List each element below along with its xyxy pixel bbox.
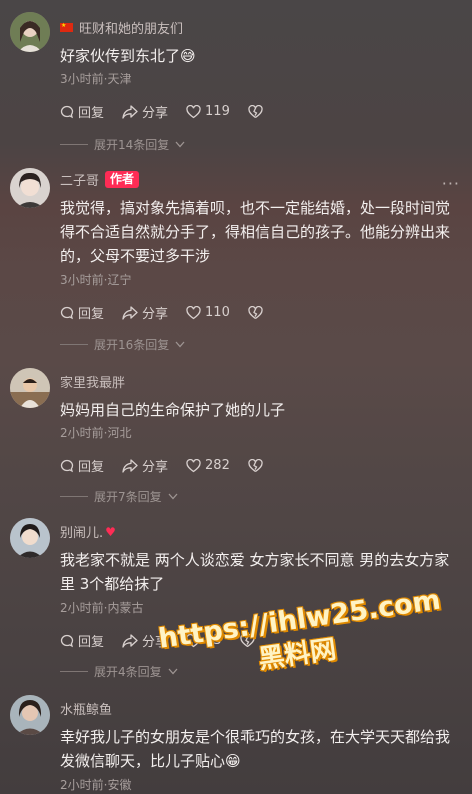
expand-label: 展开7条回复: [94, 490, 162, 504]
avatar[interactable]: [10, 168, 50, 208]
comment-meta: 3小时前·辽宁: [60, 273, 132, 287]
share-icon: [122, 633, 138, 648]
expand-replies[interactable]: 展开16条回复: [60, 336, 185, 353]
username-label: 水瓶鲸鱼: [60, 703, 113, 718]
comment-meta: 3小时前·天津: [60, 72, 132, 86]
broken-heart-icon: [248, 104, 263, 118]
comment-item: 二子哥 作者 ··· 我觉得，搞对象先搞着呗，也不一定能结婚，处一段时间觉得不合…: [0, 160, 472, 360]
like-button[interactable]: 282: [186, 458, 230, 473]
share-label: 分享: [142, 307, 169, 322]
username[interactable]: 二子哥 作者: [60, 170, 140, 189]
like-count: 119: [205, 104, 230, 119]
dislike-button[interactable]: [248, 104, 263, 119]
comment-meta: 2小时前·内蒙古: [60, 601, 144, 615]
dislike-button[interactable]: [248, 458, 263, 473]
username[interactable]: 家里我最胖: [60, 372, 125, 391]
comment-item: 家里我最胖 妈妈用自己的生命保护了她的儿子 2小时前·河北 回复 分享 282 …: [0, 360, 472, 510]
heart-icon: [186, 305, 201, 319]
share-button[interactable]: 分享: [122, 102, 168, 121]
reply-label: 回复: [78, 307, 105, 322]
comment-meta: 2小时前·安徽: [60, 778, 132, 792]
username[interactable]: 别闹儿. ♥: [60, 522, 116, 542]
like-button[interactable]: 119: [186, 104, 230, 119]
expand-replies[interactable]: 展开4条回复: [60, 663, 178, 680]
reply-icon: [60, 634, 74, 647]
divider: [60, 496, 88, 497]
flag-icon: ★: [60, 23, 73, 32]
username[interactable]: 水瓶鲸鱼: [60, 699, 112, 718]
comment-actions: 回复 分享 119: [60, 102, 263, 121]
divider: [60, 671, 88, 672]
username[interactable]: ★ 旺财和她的朋友们: [60, 18, 183, 37]
share-icon: [122, 305, 138, 320]
reply-label: 回复: [78, 460, 105, 475]
reply-icon: [60, 306, 74, 319]
chevron-down-icon: [168, 493, 178, 500]
comment-text: 我觉得，搞对象先搞着呗，也不一定能结婚，处一段时间觉得不合适自然就分手了，得相信…: [60, 199, 451, 265]
username-label: 旺财和她的朋友们: [79, 22, 184, 37]
chevron-down-icon: [175, 141, 185, 148]
reply-button[interactable]: 回复: [60, 456, 104, 475]
share-label: 分享: [142, 460, 169, 475]
heart-badge-icon: ♥: [105, 524, 116, 539]
share-icon: [122, 104, 138, 119]
broken-heart-icon: [248, 305, 263, 319]
author-badge: 作者: [105, 171, 140, 188]
reply-button[interactable]: 回复: [60, 102, 104, 121]
share-icon: [122, 458, 138, 473]
divider: [60, 144, 88, 145]
like-count: 110: [205, 305, 230, 320]
username-label: 二子哥: [60, 174, 100, 189]
chevron-down-icon: [175, 341, 185, 348]
comment-item: ★ 旺财和她的朋友们 好家伙传到东北了😅 3小时前·天津 回复 分享 119 展…: [0, 0, 472, 160]
expand-label: 展开4条回复: [94, 665, 162, 679]
share-button[interactable]: 分享: [122, 456, 168, 475]
more-options-icon[interactable]: ···: [442, 174, 460, 193]
comment-item: 水瓶鲸鱼 幸好我儿子的女朋友是个很乖巧的女孩，在大学天天都给我发微信聊天，比儿子…: [0, 685, 472, 794]
comment-actions: 回复 分享 282: [60, 456, 263, 475]
broken-heart-icon: [248, 458, 263, 472]
reply-button[interactable]: 回复: [60, 631, 104, 650]
heart-icon: [186, 104, 201, 118]
expand-replies[interactable]: 展开7条回复: [60, 488, 178, 505]
reply-icon: [60, 459, 74, 472]
divider: [60, 344, 88, 345]
avatar[interactable]: [10, 695, 50, 735]
reply-label: 回复: [78, 635, 105, 650]
dislike-button[interactable]: [248, 305, 263, 320]
share-label: 分享: [142, 106, 169, 121]
share-button[interactable]: 分享: [122, 303, 168, 322]
avatar[interactable]: [10, 518, 50, 558]
comment-meta: 2小时前·河北: [60, 426, 132, 440]
avatar[interactable]: [10, 12, 50, 52]
heart-icon: [186, 458, 201, 472]
username-label: 别闹儿.: [60, 526, 104, 541]
reply-label: 回复: [78, 106, 105, 121]
reply-button[interactable]: 回复: [60, 303, 104, 322]
avatar[interactable]: [10, 368, 50, 408]
expand-replies[interactable]: 展开14条回复: [60, 136, 185, 153]
expand-label: 展开14条回复: [94, 138, 170, 152]
expand-label: 展开16条回复: [94, 338, 170, 352]
like-count: 282: [205, 458, 230, 473]
comment-text: 好家伙传到东北了😅: [60, 47, 196, 65]
comment-actions: 回复 分享 110: [60, 303, 263, 322]
comment-text: 幸好我儿子的女朋友是个很乖巧的女孩，在大学天天都给我发微信聊天，比儿子贴心😁: [60, 728, 451, 770]
username-label: 家里我最胖: [60, 376, 126, 391]
reply-icon: [60, 105, 74, 118]
comment-text: 妈妈用自己的生命保护了她的儿子: [60, 401, 286, 419]
like-button[interactable]: 110: [186, 305, 230, 320]
